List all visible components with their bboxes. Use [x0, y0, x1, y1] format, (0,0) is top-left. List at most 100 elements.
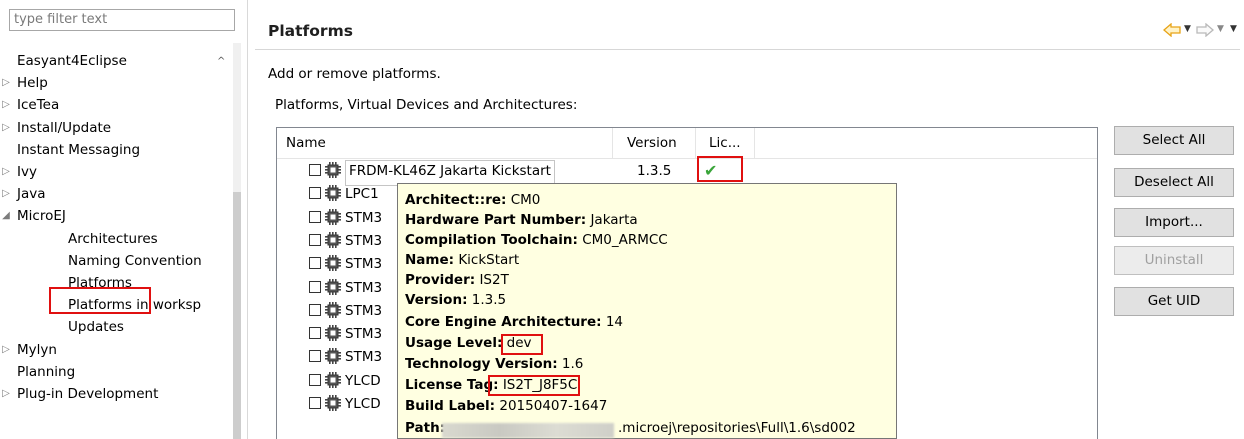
preference-tree: Easyant4Eclipse ▷ Help ▷ IceTea ▷ Install/Upda…	[0, 43, 240, 439]
import-button[interactable]: Import...	[1114, 208, 1234, 237]
select-all-button[interactable]: Select All	[1114, 126, 1234, 155]
collapsed-twisty-icon[interactable]: ▷	[1, 117, 11, 139]
uninstall-button[interactable]: Uninstall	[1114, 246, 1234, 275]
row-name: STM3	[345, 349, 383, 366]
tooltip-hw-label: Hardware Part Number:	[405, 212, 587, 228]
forward-arrow-icon[interactable]	[1196, 22, 1214, 41]
tooltip-build-label: Build Label:	[405, 398, 496, 414]
column-version[interactable]: Version	[627, 128, 677, 158]
row-checkbox[interactable]	[309, 373, 321, 386]
tooltip-usage-label: Usage Level:	[405, 335, 503, 351]
chip-icon	[325, 371, 341, 388]
row-checkbox[interactable]	[309, 210, 321, 223]
tree-item-easyant4eclipse[interactable]: Easyant4Eclipse	[17, 50, 127, 72]
row-checkbox[interactable]	[309, 280, 321, 293]
tree-item-ivy[interactable]: Ivy	[17, 161, 37, 183]
row-name: STM3	[345, 302, 383, 319]
chip-icon	[325, 278, 341, 295]
tooltip-core-label: Core Engine Architecture:	[405, 314, 602, 330]
expanded-twisty-icon[interactable]: ◢	[1, 205, 11, 227]
tooltip-name-value: KickStart	[458, 252, 520, 268]
collapsed-twisty-icon[interactable]: ▷	[1, 383, 11, 405]
collapsed-twisty-icon[interactable]: ▷	[1, 72, 11, 94]
header-separator	[255, 49, 1240, 50]
platform-list-label: Platforms, Virtual Devices and Architect…	[275, 97, 578, 113]
redacted-path-blur	[442, 423, 614, 438]
column-name[interactable]: Name	[286, 128, 326, 158]
row-name: YLCD	[345, 372, 381, 389]
forward-dropdown-icon[interactable]: ▼	[1217, 24, 1224, 34]
tooltip-core-value: 14	[605, 314, 624, 330]
tree-item-help[interactable]: Help	[17, 72, 48, 94]
chip-icon	[325, 395, 341, 411]
collapsed-twisty-icon[interactable]: ▷	[1, 94, 11, 116]
tree-item-mylyn[interactable]: Mylyn	[17, 339, 57, 361]
tooltip-version-value: 1.3.5	[471, 292, 507, 308]
table-header: Name Version Lic...	[277, 128, 1097, 159]
tooltip-path-label: Path:	[405, 420, 446, 436]
chip-icon	[325, 325, 341, 342]
tree-item-java[interactable]: Java	[17, 183, 46, 205]
tree-item-plug-in-development[interactable]: Plug-in Development	[17, 383, 158, 405]
tree-item-planning[interactable]: Planning	[17, 361, 75, 383]
column-divider[interactable]	[612, 128, 613, 158]
tooltip-build-value: 20150407-1647	[499, 398, 608, 414]
tooltip-provider-label: Provider:	[405, 272, 476, 288]
platform-details-tooltip: Architect::re: CM0 Hardware Part Number:…	[397, 183, 897, 439]
tooltip-path-value: .microej\repositories\Full\1.6\sd002	[618, 420, 856, 436]
tree-item-instant-messaging[interactable]: Instant Messaging	[17, 139, 140, 161]
row-checkbox[interactable]	[309, 397, 321, 409]
tooltip-toolchain-value: CM0_ARMCC	[582, 232, 668, 248]
back-arrow-icon[interactable]	[1163, 22, 1181, 41]
row-name: LPC1	[345, 186, 379, 203]
tree-item-architectures[interactable]: Architectures	[68, 228, 158, 250]
tooltip-tech-label: Technology Version:	[405, 356, 558, 372]
chip-icon	[325, 301, 341, 318]
chip-icon	[325, 208, 341, 225]
row-checkbox[interactable]	[309, 327, 321, 340]
tree-item-microej[interactable]: MicroEJ	[17, 205, 66, 227]
tooltip-architecture-value: CM0	[510, 192, 541, 208]
table-row[interactable]: FRDM-KL46Z Jakarta Kickstart 1.3.5 ✔	[277, 159, 1097, 186]
collapsed-twisty-icon[interactable]: ▷	[1, 183, 11, 205]
row-checkbox[interactable]	[309, 187, 321, 200]
row-checkbox[interactable]	[309, 257, 321, 270]
collapsed-twisty-icon[interactable]: ▷	[1, 161, 11, 183]
row-version: 1.3.5	[637, 163, 672, 179]
row-name: STM3	[345, 326, 383, 343]
tree-item-naming-convention[interactable]: Naming Convention	[68, 250, 202, 272]
get-uid-button[interactable]: Get UID	[1114, 287, 1234, 316]
page-title: Platforms	[268, 22, 353, 40]
page-description: Add or remove platforms.	[268, 66, 441, 82]
scroll-up-icon[interactable]: ^	[217, 56, 225, 67]
column-license[interactable]: Lic...	[709, 128, 741, 158]
tooltip-provider-value: IS2T	[479, 272, 509, 288]
column-divider[interactable]	[754, 128, 755, 158]
chip-icon	[325, 348, 341, 365]
tree-item-icetea[interactable]: IceTea	[17, 94, 59, 116]
row-checkbox[interactable]	[309, 350, 321, 363]
row-checkbox[interactable]	[309, 164, 321, 176]
row-name: YLCD	[345, 396, 381, 412]
row-checkbox[interactable]	[309, 233, 321, 246]
panel-divider[interactable]	[247, 0, 248, 439]
collapsed-twisty-icon[interactable]: ▷	[1, 339, 11, 361]
filter-input[interactable]: type filter text	[9, 9, 235, 31]
row-name: STM3	[345, 256, 383, 273]
column-divider[interactable]	[695, 128, 696, 158]
view-menu-icon[interactable]: ▼	[1230, 24, 1237, 34]
tooltip-architecture-label: Architect::re:	[405, 192, 507, 208]
back-dropdown-icon[interactable]: ▼	[1184, 24, 1191, 34]
license-tag-highlight-box	[488, 375, 580, 396]
row-checkbox[interactable]	[309, 303, 321, 316]
row-name: STM3	[345, 279, 383, 296]
tree-item-install-update[interactable]: Install/Update	[17, 117, 111, 139]
tooltip-license-label: License Tag:	[405, 377, 499, 393]
tree-scrollbar-thumb[interactable]	[233, 192, 241, 439]
row-name: STM3	[345, 209, 383, 226]
chip-icon	[325, 231, 341, 248]
deselect-all-button[interactable]: Deselect All	[1114, 168, 1234, 197]
tree-item-updates[interactable]: Updates	[68, 316, 124, 338]
tooltip-name-label: Name:	[405, 252, 455, 268]
tooltip-hw-value: Jakarta	[590, 212, 638, 228]
